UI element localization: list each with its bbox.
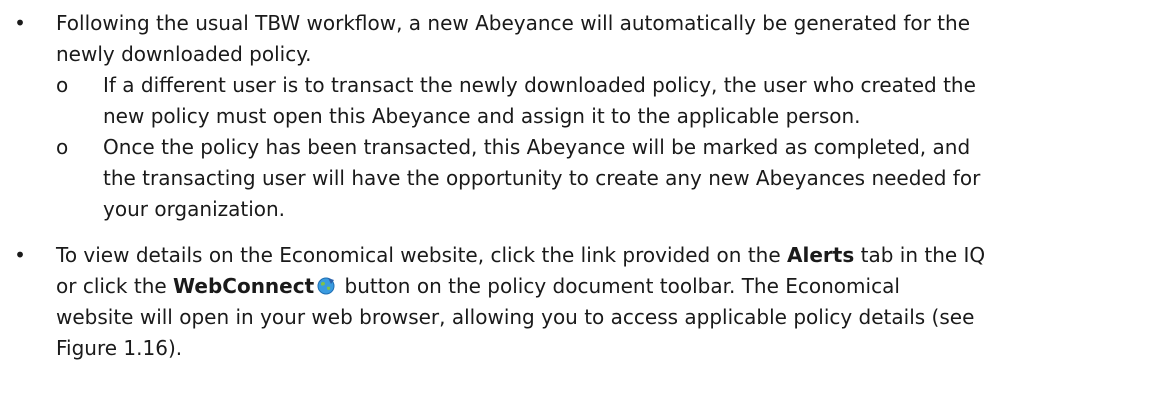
list-item-line: Figure 1.16). bbox=[56, 336, 183, 360]
list-item-line: newly downloaded policy. bbox=[56, 42, 312, 66]
list-item-line: Following the usual TBW workflow, a new … bbox=[56, 11, 971, 35]
sub-bullet-marker: o bbox=[56, 73, 69, 97]
sub-list-item-line: If a different user is to transact the n… bbox=[103, 73, 976, 97]
sub-list-item-line: new policy must open this Abeyance and a… bbox=[103, 104, 861, 128]
bullet-marker: • bbox=[14, 11, 26, 35]
list-item-line: website will open in your web browser, a… bbox=[56, 305, 975, 329]
sub-bullet-marker: o bbox=[56, 135, 69, 159]
text-run: To view details on the Economical websit… bbox=[56, 243, 788, 267]
alerts-tab-label: Alerts bbox=[787, 243, 855, 267]
list-item-line: To view details on the Economical websit… bbox=[56, 240, 1156, 271]
list-item-abeyance: Following the usual TBW workflow, a new … bbox=[56, 8, 1156, 70]
sub-list-item-transacted: Once the policy has been transacted, thi… bbox=[103, 132, 1158, 225]
text-run: tab in the IQ bbox=[854, 243, 986, 267]
list-item-line: or click the WebConnect button on the po… bbox=[56, 271, 1156, 302]
text-run: button on the policy document toolbar. T… bbox=[338, 274, 900, 298]
text-run: or click the bbox=[56, 274, 174, 298]
sub-list-item-line: your organization. bbox=[103, 197, 286, 221]
webconnect-label: WebConnect bbox=[173, 274, 315, 298]
list-item-view-details: To view details on the Economical websit… bbox=[56, 240, 1156, 364]
sub-list-item-different-user: If a different user is to transact the n… bbox=[103, 70, 1158, 132]
webconnect-globe-icon bbox=[317, 277, 335, 295]
sub-list-item-line: Once the policy has been transacted, thi… bbox=[103, 135, 971, 159]
document-page: • Following the usual TBW workflow, a ne… bbox=[0, 0, 1166, 408]
sub-list-item-line: the transacting user will have the oppor… bbox=[103, 166, 981, 190]
bullet-marker: • bbox=[14, 243, 26, 267]
